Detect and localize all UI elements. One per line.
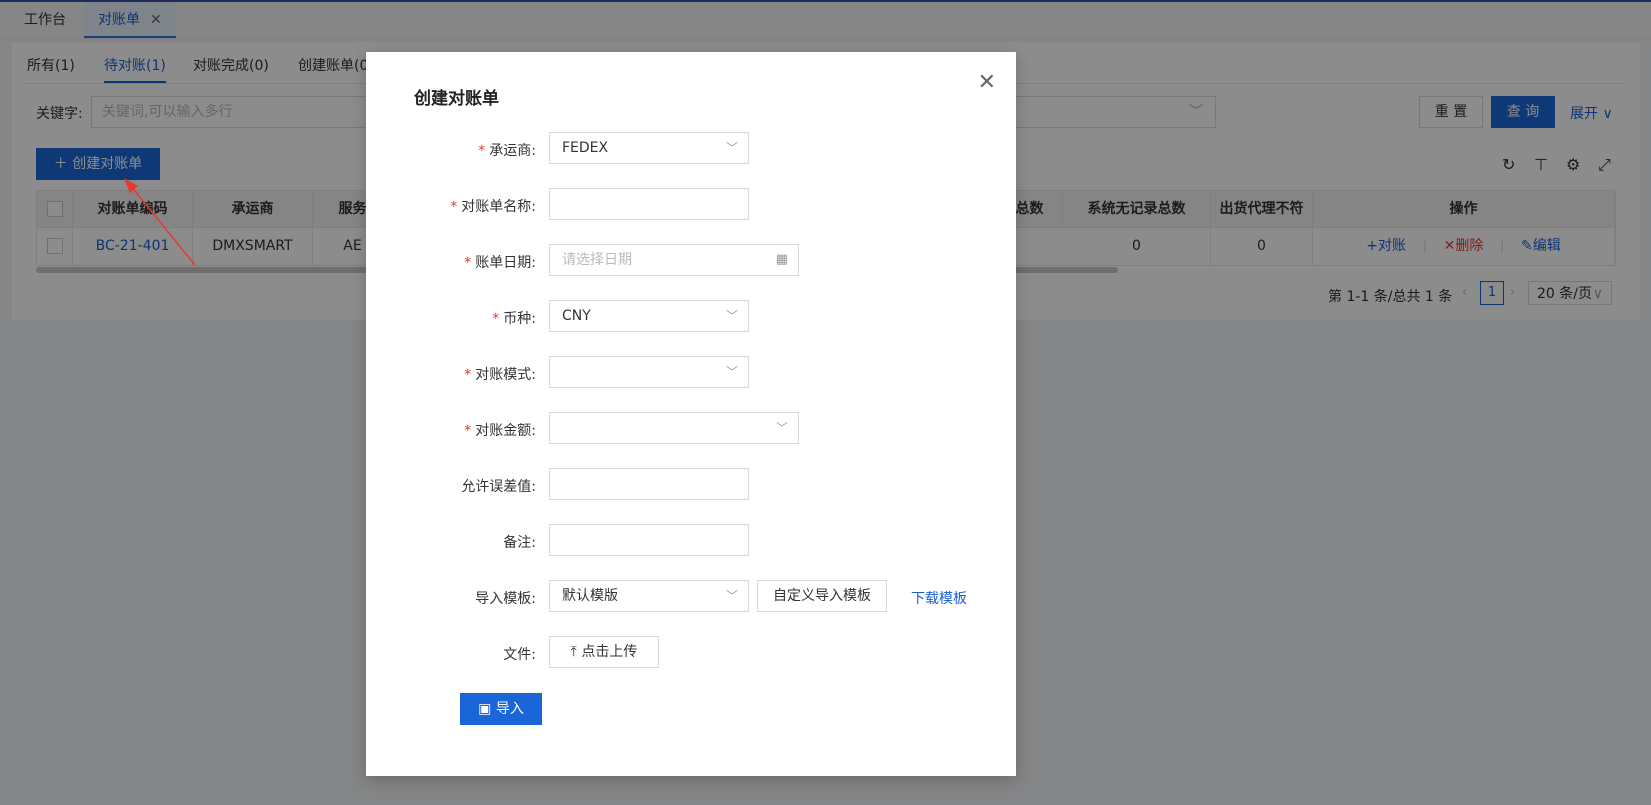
statement-name-input[interactable] bbox=[549, 188, 749, 220]
tolerance-label: 允许误差值: bbox=[461, 479, 536, 495]
file-label: 文件: bbox=[503, 647, 536, 663]
required-mark: * bbox=[450, 199, 458, 215]
chevron-down-icon: ﹀ bbox=[725, 141, 738, 155]
required-mark: * bbox=[464, 255, 472, 271]
tolerance-input[interactable] bbox=[549, 468, 749, 500]
calendar-icon: ▦ bbox=[775, 252, 788, 267]
upload-icon: ⤒ bbox=[570, 644, 577, 660]
upload-label: 点击上传 bbox=[581, 644, 638, 660]
chevron-down-icon: ﹀ bbox=[725, 309, 738, 323]
currency-value: CNY bbox=[562, 308, 591, 324]
name-label: * 对账单名称: bbox=[366, 196, 536, 216]
create-statement-dialog: 创建对账单 ✕ * 承运商: FEDEX ﹀ * 对账单名称: * 账单日期: 请选择日… bbox=[366, 52, 1016, 776]
date-label-text: 账单日期: bbox=[475, 255, 536, 271]
required-mark: * bbox=[464, 423, 472, 439]
currency-label-text: 币种: bbox=[503, 311, 536, 327]
save-icon: ▣ bbox=[478, 701, 492, 717]
carrier-label-text: 承运商: bbox=[489, 143, 536, 159]
import-button[interactable]: ▣ 导入 bbox=[460, 693, 542, 725]
amount-select[interactable]: ﹀ bbox=[549, 412, 799, 444]
name-label-text: 对账单名称: bbox=[461, 199, 536, 215]
required-mark: * bbox=[478, 143, 486, 159]
required-mark: * bbox=[464, 367, 472, 383]
remark-label: 备注: bbox=[503, 535, 536, 551]
currency-label: * 币种: bbox=[366, 308, 536, 328]
carrier-value: FEDEX bbox=[562, 140, 609, 156]
amount-label-text: 对账金额: bbox=[475, 423, 536, 439]
chevron-down-icon: ﹀ bbox=[775, 421, 788, 435]
date-placeholder: 请选择日期 bbox=[562, 252, 632, 268]
carrier-select[interactable]: FEDEX ﹀ bbox=[549, 132, 749, 164]
template-select[interactable]: 默认模版 ﹀ bbox=[549, 580, 749, 612]
dialog-title: 创建对账单 bbox=[414, 89, 499, 109]
chevron-down-icon: ﹀ bbox=[725, 365, 738, 379]
custom-template-button[interactable]: 自定义导入模板 bbox=[757, 580, 887, 612]
close-icon[interactable]: ✕ bbox=[978, 70, 996, 95]
carrier-label: * 承运商: bbox=[366, 140, 536, 160]
date-label: * 账单日期: bbox=[366, 252, 536, 272]
amount-label: * 对账金额: bbox=[366, 420, 536, 440]
currency-select[interactable]: CNY ﹀ bbox=[549, 300, 749, 332]
download-template-link[interactable]: 下载模板 bbox=[911, 588, 967, 608]
required-mark: * bbox=[492, 311, 500, 327]
mode-label-text: 对账模式: bbox=[475, 367, 536, 383]
import-label: 导入 bbox=[495, 701, 524, 717]
statement-date-picker[interactable]: 请选择日期 ▦ bbox=[549, 244, 799, 276]
remark-input[interactable] bbox=[549, 524, 749, 556]
mode-label: * 对账模式: bbox=[366, 364, 536, 384]
template-value: 默认模版 bbox=[562, 588, 618, 604]
upload-button[interactable]: ⤒ 点击上传 bbox=[549, 636, 659, 668]
chevron-down-icon: ﹀ bbox=[725, 589, 738, 603]
mode-select[interactable]: ﹀ bbox=[549, 356, 749, 388]
template-label: 导入模板: bbox=[475, 591, 536, 607]
